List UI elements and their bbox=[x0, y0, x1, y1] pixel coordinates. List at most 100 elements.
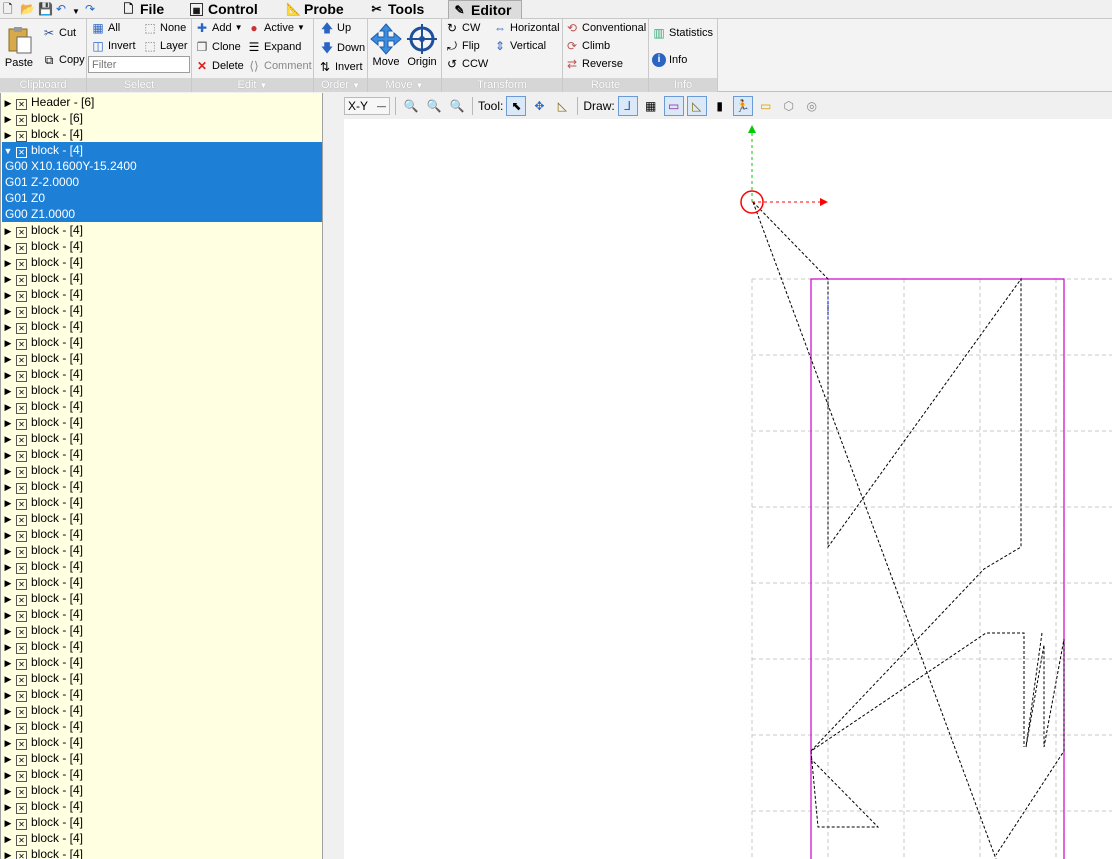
mirror-vertical-button[interactable]: ⇕ Vertical bbox=[493, 38, 546, 54]
checkbox[interactable]: ✕ bbox=[16, 563, 27, 574]
tree-block-row[interactable]: ▶ ✕ block - [4] bbox=[2, 222, 322, 238]
tree-block-row[interactable]: ▶ ✕ block - [4] bbox=[2, 766, 322, 782]
checkbox[interactable]: ✕ bbox=[16, 323, 27, 334]
expand-arrow-icon[interactable]: ▶ bbox=[2, 463, 14, 479]
expand-arrow-icon[interactable]: ▶ bbox=[2, 303, 14, 319]
tree-block-row[interactable]: ▶ ✕ block - [4] bbox=[2, 414, 322, 430]
expand-arrow-icon[interactable]: ▶ bbox=[2, 511, 14, 527]
tree-block-row[interactable]: ▶ ✕ block - [4] bbox=[2, 398, 322, 414]
expand-button[interactable]: ☰ Expand bbox=[247, 39, 302, 55]
order-up-button[interactable]: 🡅 Up bbox=[320, 20, 351, 36]
collapse-arrow-icon[interactable]: ▼ bbox=[2, 143, 14, 159]
draw-margin-toggle[interactable]: ▭ bbox=[663, 95, 684, 116]
gcode-line[interactable]: G00 Z1.0000 bbox=[2, 206, 322, 222]
checkbox[interactable]: ✕ bbox=[16, 803, 27, 814]
checkbox[interactable]: ✕ bbox=[16, 579, 27, 590]
expand-arrow-icon[interactable]: ▶ bbox=[2, 639, 14, 655]
tree-block-row[interactable]: ▶ ✕ block - [4] bbox=[2, 126, 322, 142]
expand-arrow-icon[interactable]: ▶ bbox=[2, 831, 14, 847]
expand-arrow-icon[interactable]: ▶ bbox=[2, 575, 14, 591]
expand-arrow-icon[interactable]: ▶ bbox=[2, 623, 14, 639]
expand-arrow-icon[interactable]: ▶ bbox=[2, 815, 14, 831]
expand-arrow-icon[interactable]: ▶ bbox=[2, 95, 14, 111]
expand-arrow-icon[interactable]: ▶ bbox=[2, 287, 14, 303]
new-file-icon[interactable]: 🗋 bbox=[3, 2, 13, 16]
pan-tool-button[interactable]: ✥ bbox=[529, 96, 549, 116]
tree-block-row[interactable]: ▶ ✕ block - [4] bbox=[2, 670, 322, 686]
checkbox[interactable]: ✕ bbox=[16, 115, 27, 126]
expand-arrow-icon[interactable]: ▶ bbox=[2, 671, 14, 687]
tree-block-row[interactable]: ▶ ✕ block - [4] bbox=[2, 494, 322, 510]
tree-header-row[interactable]: ▶ ✕ Header - [6] bbox=[2, 94, 322, 110]
checkbox[interactable]: ✕ bbox=[16, 259, 27, 270]
expand-arrow-icon[interactable]: ▶ bbox=[2, 447, 14, 463]
tree-block-row[interactable]: ▶ ✕ block - [4] bbox=[2, 510, 322, 526]
checkbox[interactable]: ✕ bbox=[16, 307, 27, 318]
group-label-order[interactable]: Order ▼ bbox=[314, 78, 367, 92]
checkbox[interactable]: ✕ bbox=[16, 643, 27, 654]
draw-axes-toggle[interactable]: ⅃ bbox=[617, 95, 638, 116]
mirror-horizontal-button[interactable]: ⇔ Horizontal bbox=[493, 20, 560, 36]
tree-block-row[interactable]: ▶ ✕ block - [4] bbox=[2, 830, 322, 846]
tab-control[interactable]: ▦ Control bbox=[186, 0, 262, 19]
cnc-canvas[interactable] bbox=[344, 119, 1112, 859]
tree-block-row[interactable]: ▶ ✕ block - [4] bbox=[2, 430, 322, 446]
expand-arrow-icon[interactable]: ▶ bbox=[2, 559, 14, 575]
checkbox[interactable]: ✕ bbox=[16, 499, 27, 510]
comment-button[interactable]: ⟨⟩ Comment bbox=[247, 58, 311, 74]
expand-arrow-icon[interactable]: ▶ bbox=[2, 415, 14, 431]
draw-grid-toggle[interactable]: ▦ bbox=[641, 96, 661, 116]
expand-arrow-icon[interactable]: ▶ bbox=[2, 271, 14, 287]
view-select[interactable]: X-Y — bbox=[344, 96, 390, 115]
expand-arrow-icon[interactable]: ▶ bbox=[2, 735, 14, 751]
origin-button[interactable]: Origin bbox=[406, 22, 438, 68]
tree-block-row[interactable]: ▶ ✕ block - [4] bbox=[2, 590, 322, 606]
checkbox[interactable]: ✕ bbox=[16, 355, 27, 366]
cut-button[interactable]: ✂ Cut bbox=[42, 25, 76, 41]
checkbox[interactable]: ✕ bbox=[16, 723, 27, 734]
expand-arrow-icon[interactable]: ▶ bbox=[2, 655, 14, 671]
tree-block-row[interactable]: ▶ ✕ block - [4] bbox=[2, 462, 322, 478]
expand-arrow-icon[interactable]: ▶ bbox=[2, 383, 14, 399]
expand-arrow-icon[interactable]: ▶ bbox=[2, 223, 14, 239]
tree-block-row[interactable]: ▶ ✕ block - [4] bbox=[2, 686, 322, 702]
checkbox[interactable]: ✕ bbox=[16, 371, 27, 382]
tree-block-row[interactable]: ▶ ✕ block - [4] bbox=[2, 558, 322, 574]
checkbox[interactable]: ✕ bbox=[16, 387, 27, 398]
tree-block-row[interactable]: ▶ ✕ block - [4] bbox=[2, 798, 322, 814]
copy-button[interactable]: ⧉ Copy bbox=[42, 52, 85, 68]
expand-arrow-icon[interactable]: ▶ bbox=[2, 431, 14, 447]
draw-workarea-toggle[interactable]: ▭ bbox=[756, 96, 776, 116]
clone-button[interactable]: ❐ Clone bbox=[195, 39, 241, 55]
tree-block-row[interactable]: ▶ ✕ block - [4] bbox=[2, 654, 322, 670]
checkbox[interactable]: ✕ bbox=[16, 675, 27, 686]
info-button[interactable]: i Info bbox=[652, 52, 687, 68]
tree-block-row-selected[interactable]: ▼ ✕ block - [4] bbox=[2, 142, 322, 158]
order-invert-button[interactable]: ⇅ Invert bbox=[318, 59, 363, 75]
zoom-fit-button[interactable]: 🔍 bbox=[447, 96, 467, 116]
climb-button[interactable]: ⟳ Climb bbox=[565, 38, 610, 54]
checkbox[interactable]: ✕ bbox=[16, 851, 27, 859]
checkbox[interactable]: ✕ bbox=[16, 99, 27, 110]
checkbox[interactable]: ✕ bbox=[16, 147, 27, 158]
tree-block-row[interactable]: ▶ ✕ block - [4] bbox=[2, 526, 322, 542]
checkbox[interactable]: ✕ bbox=[16, 243, 27, 254]
checkbox[interactable]: ✕ bbox=[16, 419, 27, 430]
draw-probe-toggle[interactable]: ◺ bbox=[686, 95, 707, 116]
tree-block-row[interactable]: ▶ ✕ block - [4] bbox=[2, 622, 322, 638]
tree-block-row[interactable]: ▶ ✕ block - [4] bbox=[2, 350, 322, 366]
expand-arrow-icon[interactable]: ▶ bbox=[2, 767, 14, 783]
tree-block-row[interactable]: ▶ ✕ block - [4] bbox=[2, 846, 322, 859]
checkbox[interactable]: ✕ bbox=[16, 755, 27, 766]
expand-arrow-icon[interactable]: ▶ bbox=[2, 847, 14, 859]
move-button[interactable]: Move bbox=[370, 22, 402, 68]
tab-probe[interactable]: 📐 Probe bbox=[282, 0, 348, 19]
draw-rapid-toggle[interactable]: ▮ bbox=[710, 96, 730, 116]
checkbox[interactable]: ✕ bbox=[16, 291, 27, 302]
zoom-out-button[interactable]: 🔍 bbox=[424, 96, 444, 116]
tree-block-row[interactable]: ▶ ✕ block - [4] bbox=[2, 334, 322, 350]
expand-arrow-icon[interactable]: ▶ bbox=[2, 527, 14, 543]
tree-block-row[interactable]: ▶ ✕ block - [4] bbox=[2, 702, 322, 718]
expand-arrow-icon[interactable]: ▶ bbox=[2, 111, 14, 127]
tree-block-row[interactable]: ▶ ✕ block - [4] bbox=[2, 782, 322, 798]
